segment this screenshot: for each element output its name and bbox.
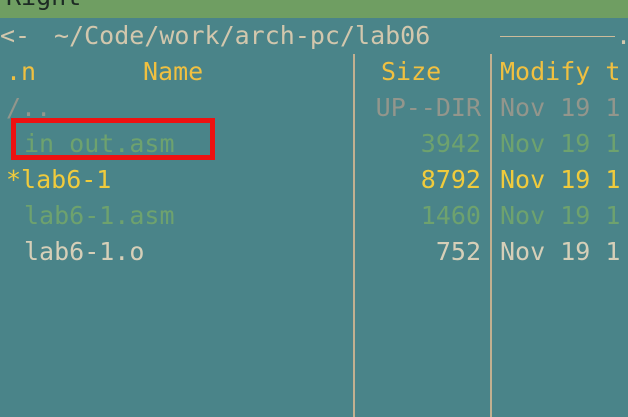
file-row-lab6-1-o[interactable]: lab6-1.o 752 Nov 19 1 <box>0 234 628 270</box>
file-name: *lab6-1 <box>6 165 112 194</box>
frame-left-corner[interactable]: <- <box>0 18 30 54</box>
file-size: 1460 <box>420 201 481 230</box>
file-size: 8792 <box>420 165 481 194</box>
file-modified: Nov 19 1 <box>500 165 621 194</box>
file-row-lab6-1[interactable]: *lab6-1 8792 Nov 19 1 <box>0 162 628 198</box>
file-row-lab6-1-asm[interactable]: lab6-1.asm 1460 Nov 19 1 <box>0 198 628 234</box>
file-modified: Nov 19 1 <box>500 93 621 122</box>
file-modified: Nov 19 1 <box>500 129 621 158</box>
frame-right-corner[interactable]: . <box>616 18 628 54</box>
frame-top-rule <box>500 36 615 37</box>
column-header-name[interactable]: Name <box>143 54 203 90</box>
file-name: lab6-1.o <box>24 237 145 266</box>
menubar: Right <box>0 0 628 18</box>
annotation-highlight-box <box>11 118 215 160</box>
file-name: lab6-1.asm <box>24 201 175 230</box>
file-modified: Nov 19 1 <box>500 201 621 230</box>
file-size: UP--DIR <box>375 93 481 122</box>
file-modified: Nov 19 1 <box>500 237 621 266</box>
file-size: 752 <box>435 237 481 266</box>
file-size: 3942 <box>420 129 481 158</box>
panel-path-bar: <- ~/Code/work/arch-pc/lab06 . <box>0 18 628 54</box>
current-path: ~/Code/work/arch-pc/lab06 <box>54 21 431 50</box>
column-header-modify[interactable]: Modify t <box>500 54 620 90</box>
panel-title[interactable]: Right <box>6 0 81 15</box>
sort-indicator[interactable]: .n <box>6 54 36 90</box>
column-header-size[interactable]: Size <box>381 54 441 90</box>
